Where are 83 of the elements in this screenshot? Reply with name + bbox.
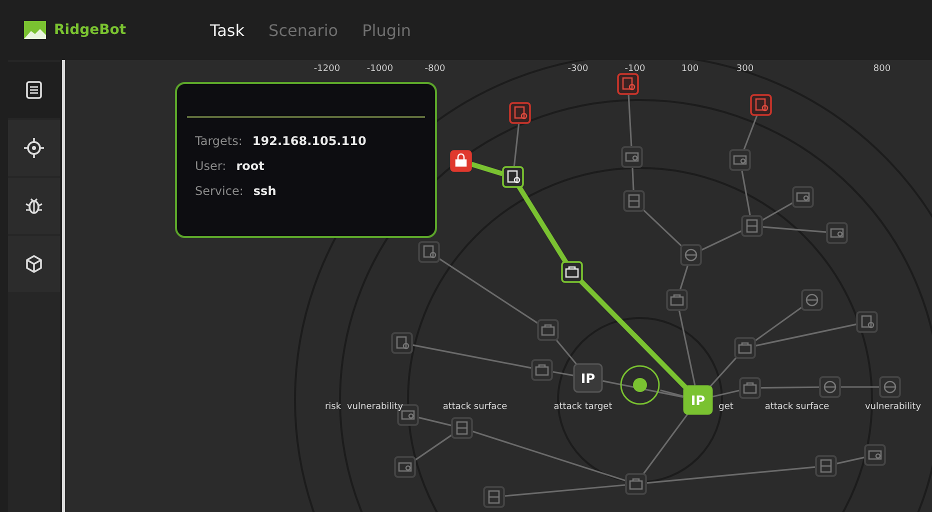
axis-label: -1200 — [314, 64, 340, 74]
sidebar-button[interactable] — [8, 120, 60, 176]
nav-tab[interactable]: Scenario — [258, 16, 348, 44]
card-node[interactable] — [792, 186, 814, 208]
bug-icon — [24, 196, 44, 216]
ring-label: attack target — [554, 402, 612, 412]
card-node[interactable] — [826, 222, 848, 244]
doc-node[interactable] — [617, 73, 639, 95]
briefcase-node[interactable] — [561, 261, 583, 283]
axis-label: 800 — [873, 64, 891, 74]
ip-node[interactable]: IP — [683, 385, 713, 415]
edge-line — [743, 115, 758, 150]
brand-name: RidgeBot — [54, 22, 126, 38]
mountain-logo-icon — [24, 21, 46, 39]
edge-line — [513, 124, 520, 166]
edge-line — [760, 386, 820, 389]
info-value: ssh — [253, 184, 276, 198]
globe-node[interactable] — [819, 376, 841, 398]
sidebar-button[interactable] — [8, 178, 60, 234]
lock-node[interactable] — [450, 150, 472, 172]
edge-line — [641, 208, 684, 248]
ring-label: risk — [324, 402, 342, 412]
ring-label: vulnerability — [346, 402, 404, 412]
sidebar-button[interactable] — [8, 62, 60, 118]
sidebar-button[interactable] — [8, 236, 60, 292]
briefcase-node[interactable] — [531, 359, 553, 381]
doc-node[interactable] — [509, 102, 531, 124]
edge-line — [552, 371, 574, 376]
axis-label: -300 — [568, 64, 588, 74]
list-icon — [24, 80, 44, 100]
card-node[interactable] — [394, 456, 416, 478]
briefcase-node[interactable] — [666, 289, 688, 311]
edge-line — [836, 456, 864, 464]
ring-label: attack surface — [442, 402, 508, 412]
ring-label: vulnerability — [864, 402, 922, 412]
server-node[interactable] — [815, 455, 837, 477]
doc-node[interactable] — [856, 311, 878, 333]
card-node[interactable] — [729, 149, 751, 171]
cube-icon — [24, 254, 44, 274]
doc-node[interactable] — [502, 166, 524, 188]
info-label: Service: — [195, 184, 244, 198]
axis-label: 100 — [681, 64, 699, 74]
nav-tab[interactable]: Plugin — [352, 16, 422, 44]
card-node[interactable] — [864, 444, 886, 466]
ring-label: attack surface — [764, 402, 830, 412]
server-node[interactable] — [741, 215, 763, 237]
globe-node[interactable] — [801, 289, 823, 311]
ip-node[interactable]: IP — [573, 363, 603, 393]
edge-line — [418, 416, 452, 426]
edge-line — [741, 170, 751, 216]
edge-line — [761, 202, 794, 222]
briefcase-node[interactable] — [625, 473, 647, 495]
server-node[interactable] — [623, 190, 645, 212]
axis-label: 300 — [736, 64, 754, 74]
edge-line — [414, 434, 454, 462]
doc-node[interactable] — [391, 332, 413, 354]
ring-label: get — [718, 402, 734, 412]
server-node[interactable] — [483, 486, 505, 508]
edge-line — [470, 162, 504, 176]
globe-node[interactable] — [879, 376, 901, 398]
edge-line — [762, 226, 826, 233]
edge-line — [632, 168, 634, 190]
card-node[interactable] — [621, 146, 643, 168]
crosshair-icon — [24, 138, 44, 158]
server-node[interactable] — [451, 417, 473, 439]
axis-label: -1000 — [366, 64, 394, 74]
briefcase-node[interactable] — [734, 337, 756, 359]
target-node[interactable] — [620, 365, 660, 405]
info-value: root — [236, 158, 264, 172]
nav-tab[interactable]: Task — [200, 16, 255, 44]
doc-node[interactable] — [418, 241, 440, 263]
axis-label: -100 — [624, 64, 646, 74]
globe-node[interactable] — [680, 244, 702, 266]
info-label: Targets: — [195, 134, 242, 148]
info-label: User: — [195, 158, 226, 172]
doc-node[interactable] — [750, 94, 772, 116]
briefcase-node[interactable] — [739, 377, 761, 399]
axis-label: -800 — [424, 64, 446, 74]
edge-line — [841, 386, 879, 388]
info-value: 192.168.105.110 — [252, 134, 366, 148]
briefcase-node[interactable] — [537, 319, 559, 341]
edge-line — [628, 94, 632, 146]
edge-line — [700, 230, 742, 251]
